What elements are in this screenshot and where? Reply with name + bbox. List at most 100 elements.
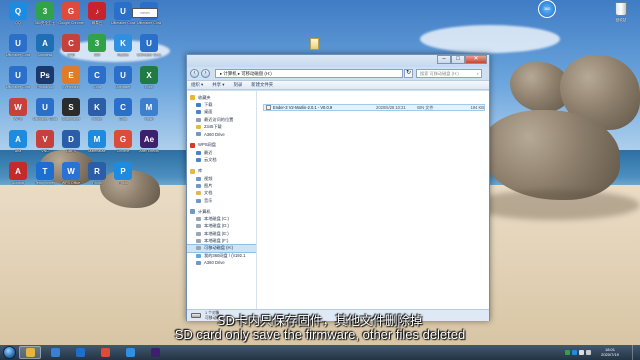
desktop-icon[interactable]: E Everything [58,66,84,96]
desktop-icon[interactable]: A Autodesk [32,34,58,64]
taskbar-app-button[interactable] [119,346,141,359]
sidebar-item[interactable]: 最近 [187,149,256,156]
sidebar-item[interactable]: 云文档 [187,156,256,163]
sidebar-item[interactable]: 库 [187,168,256,175]
app-icon: K [114,34,132,52]
desktop-icon[interactable]: W WPS [5,98,31,128]
app-icon: E [62,66,80,84]
sidebar-item-icon [196,110,201,115]
sidebar-item[interactable]: WPS网盘 [187,142,256,149]
app-icon: A [36,34,54,52]
sidebar-item[interactable]: A360 Drive [187,130,256,137]
sidebar-item[interactable]: 视频 [187,175,256,182]
desktop-icon[interactable]: UUltimaker Cura [32,98,58,128]
desktop-icon[interactable]: A Acrobat [5,162,31,192]
desktop-icon[interactable]: A Aria [5,130,31,160]
sidebar-item[interactable]: 可移动磁盘 (H:) [187,243,256,253]
explorer-window[interactable]: – □ ✕ ‹ › ▸ 计算机 ▸ 可移动磁盘 (H:) ↻ 搜索 可移动磁盘 … [186,54,490,321]
sidebar-item[interactable]: 音乐 [187,197,256,204]
new-folder-button[interactable]: 新建文件夹 [251,82,273,88]
desktop-icon[interactable]: S Snapmaker [58,98,84,128]
close-button[interactable]: ✕ [465,55,487,64]
desktop-icon[interactable]: V VNC [32,130,58,160]
clock[interactable]: 18:01 2020/7/19 [596,347,624,357]
sidebar-item[interactable]: 本地磁盘 (D:) [187,223,256,230]
forward-arrow-icon[interactable]: › [201,68,210,78]
desktop-icon[interactable]: ♪ 网易云 [84,2,110,32]
sidebar-item[interactable]: 本地磁盘 (E:) [187,230,256,237]
address-bar[interactable]: ▸ 计算机 ▸ 可移动磁盘 (H:) [215,68,403,78]
start-button[interactable] [3,346,16,359]
navigation-pane: 收藏夹 下载 桌面 最近访问的位置 2345下载 A360 Drive WPS网盘 最近 云文档… [187,91,257,309]
security-tray-icon[interactable] [565,350,570,355]
volume-tray-icon[interactable] [586,350,591,355]
refresh-icon[interactable]: ↻ [404,68,413,78]
desktop-icon[interactable]: Ae After Effects [136,130,162,160]
sidebar-item[interactable]: 计算机 [187,208,256,215]
window-titlebar[interactable]: – □ ✕ [187,55,489,67]
sidebar-item[interactable]: 文档 [187,190,256,197]
taskbar-app-button[interactable] [144,346,166,359]
desktop-file-icon[interactable] [310,38,319,50]
desktop-icon[interactable]: 3 360安全卫士 [32,2,58,32]
network-tray-icon[interactable] [579,350,584,355]
desktop-icon[interactable]: P Photo [110,162,136,192]
desktop-icon[interactable]: W WPS Office [58,162,84,192]
sidebar-item[interactable]: 收藏夹 [187,94,256,101]
desktop-icon[interactable]: K Kindle [84,98,110,128]
sidebar-item[interactable]: 最近访问的位置 [187,116,256,123]
floating-360-badge-icon[interactable]: 360 [538,0,556,18]
show-desktop-button[interactable] [632,345,640,360]
desktop-icon[interactable]: C Cura [110,98,136,128]
recycle-bin[interactable]: 回收站 [608,2,634,30]
desktop-icon[interactable]: Q QQ [5,2,31,32]
desktop-icon[interactable]: G Chrome [110,130,136,160]
desktop-icon[interactable]: T TeamViewer [32,162,58,192]
organize-menu[interactable]: 组织 ▾ [191,82,203,88]
sidebar-item-icon [196,231,201,236]
desktop-icon[interactable]: UUltimaker Cura [5,34,31,64]
app-icon: 3 [88,34,106,52]
desktop-icon[interactable]: C Cura [84,66,110,96]
sidebar-item[interactable]: 2345下载 [187,123,256,130]
desktop-icon[interactable]: UUltimaker Cura [5,66,31,96]
sidebar-item[interactable]: 本地磁盘 (C:) [187,215,256,222]
back-arrow-icon[interactable]: ‹ [190,68,199,78]
desktop-icon[interactable]: C CAD [58,34,84,64]
qq-tray-icon[interactable] [572,350,577,355]
taskbar-app-button[interactable] [19,346,41,359]
desktop-icon[interactable]: M Materialise [84,130,110,160]
sidebar-item[interactable]: 桌面 [187,109,256,116]
search-input[interactable]: 搜索 可移动磁盘 (H:) ⌕ [416,68,482,78]
burn-button[interactable]: 刻录 [233,82,242,88]
desktop-icon[interactable]: M Mesh [136,98,162,128]
desktop-icon[interactable]: UUltimaker Cura [136,34,162,64]
desktop-icon[interactable]: K Kuaibo [110,34,136,64]
sidebar-item-icon [196,191,201,196]
minimize-button[interactable]: – [437,55,451,64]
sidebar-item[interactable]: 下载 [187,101,256,108]
file-list[interactable]: Ender-3 V2-Marlin-2.0.1 - V0.0.9 2020/6/… [259,91,489,309]
sidebar-item[interactable]: A360 Drive [187,259,256,266]
share-menu[interactable]: 共享 ▾ [212,82,224,88]
file-row[interactable]: Ender-3 V2-Marlin-2.0.1 - V0.0.9 2020/6/… [263,104,485,111]
desktop-icon-label: Aria [14,149,22,153]
sidebar-item[interactable]: 我的360网盘 / (\\192.1 [187,252,256,259]
app-icon: K [88,98,106,116]
desktop-icon[interactable]: Ps Photoshop [32,66,58,96]
sidebar-item[interactable]: 图片 [187,182,256,189]
desktop-icon[interactable]: 3 360 [84,34,110,64]
desktop-icon[interactable]: R Rhino [84,162,110,192]
desktop-icon[interactable]: D DUFS [58,130,84,160]
taskbar-app-button[interactable] [94,346,116,359]
taskbar-app-button[interactable] [44,346,66,359]
desktop-icon[interactable]: U Ultimaker [110,66,136,96]
file-date: 2020/6/28 10:21 [376,105,406,110]
file-size: 194 KB [470,105,484,110]
sidebar-item[interactable]: 本地磁盘 (F:) [187,237,256,244]
tray-notification[interactable]: ▭▭▭ [132,8,158,18]
maximize-button[interactable]: □ [451,55,465,64]
desktop-icon[interactable]: X Excel [136,66,162,96]
taskbar-app-button[interactable] [69,346,91,359]
desktop-icon[interactable]: G Google Chrome [58,2,84,32]
